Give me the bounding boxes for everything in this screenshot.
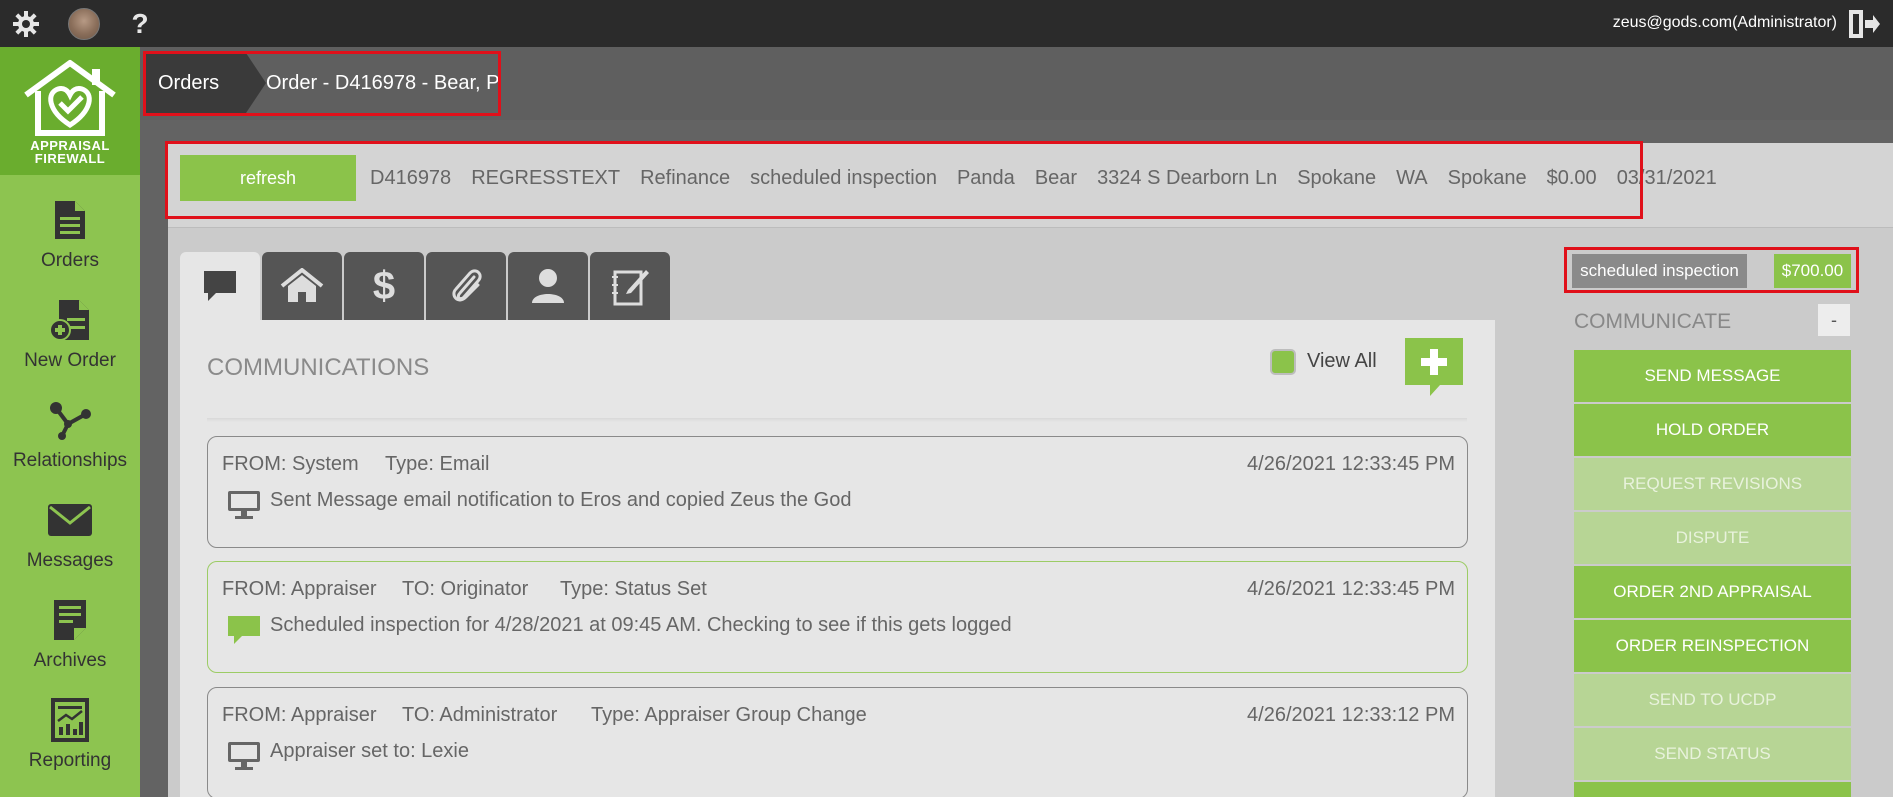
gear-icon[interactable]	[10, 8, 42, 40]
price-badge: $700.00	[1774, 254, 1851, 288]
send-status-button[interactable]: SEND STATUS	[1574, 728, 1851, 780]
monitor-icon	[226, 489, 262, 521]
dispute-button[interactable]: DISPUTE	[1574, 512, 1851, 564]
loan-purpose: Refinance	[640, 166, 731, 189]
borrower-first-name: Panda	[956, 166, 1015, 189]
sidebar-item-reporting[interactable]: Reporting	[0, 690, 140, 790]
order-2nd-appraisal-button[interactable]: ORDER 2ND APPRAISAL	[1574, 566, 1851, 618]
property-county: Spokane	[1447, 166, 1527, 189]
message-type: Type: Status Set	[560, 578, 707, 600]
borrower-last-name: Bear	[1034, 166, 1078, 189]
sidebar-item-label: New Order	[24, 350, 116, 371]
sidebar-item-label: Messages	[26, 550, 114, 571]
refresh-button[interactable]: refresh	[180, 155, 356, 201]
send-to-ucdp-button[interactable]: SEND TO UCDP	[1574, 674, 1851, 726]
top-bar: ? zeus@gods.com(Administrator)	[0, 0, 1893, 47]
request-revisions-button[interactable]: REQUEST REVISIONS	[1574, 458, 1851, 510]
next-action-button[interactable]	[1574, 782, 1851, 797]
property-city: Spokane	[1297, 166, 1377, 189]
communications-title: COMMUNICATIONS	[207, 354, 430, 381]
order-status: scheduled inspection	[750, 166, 937, 189]
add-message-button[interactable]	[1404, 337, 1464, 397]
home-icon	[280, 268, 324, 302]
breadcrumb-orders[interactable]: Orders	[146, 53, 246, 113]
breadcrumb-separator	[246, 53, 266, 113]
view-all-checkbox[interactable]	[1270, 349, 1296, 375]
message-item[interactable]: FROM: System Type: Email 4/26/2021 12:33…	[207, 436, 1468, 548]
order-date: 03/31/2021	[1616, 166, 1717, 189]
sidebar-item-label: Archives	[33, 650, 107, 671]
message-from: FROM: Appraiser	[222, 578, 377, 600]
chat-icon	[204, 271, 236, 301]
sidebar-item-label: Relationships	[12, 450, 128, 471]
tab-contacts[interactable]	[508, 252, 588, 320]
sidebar-item-label: Reporting	[28, 750, 112, 771]
user-email[interactable]: zeus@gods.com(Administrator)	[1613, 14, 1837, 32]
order-summary: D416978 REGRESSTEXT Refinance scheduled …	[370, 155, 1717, 201]
tab-communications[interactable]	[180, 252, 260, 320]
message-item[interactable]: FROM: Appraiser TO: Originator Type: Sta…	[207, 561, 1468, 673]
house-heart-logo-icon	[24, 60, 116, 136]
order-reinspection-button[interactable]: ORDER REINSPECTION	[1574, 620, 1851, 672]
status-badge: scheduled inspection	[1572, 254, 1747, 288]
report-icon	[46, 696, 94, 744]
paperclip-icon	[452, 269, 482, 302]
message-type: Type: Appraiser Group Change	[591, 704, 867, 726]
collapse-button[interactable]: -	[1818, 304, 1850, 336]
sidebar-item-label: Orders	[40, 250, 100, 271]
message-date: 4/26/2021 12:33:12 PM	[1247, 704, 1455, 726]
message-date: 4/26/2021 12:33:45 PM	[1247, 453, 1455, 475]
help-icon[interactable]: ?	[124, 8, 156, 40]
message-type: Type: Email	[385, 453, 490, 475]
tab-notes[interactable]	[590, 252, 670, 320]
message-to: TO: Administrator	[402, 704, 558, 726]
message-body: Scheduled inspection for 4/28/2021 at 09…	[270, 614, 1012, 636]
message-body: Sent Message email notification to Eros …	[270, 489, 852, 511]
property-state: WA	[1396, 166, 1428, 189]
avatar[interactable]	[68, 8, 100, 40]
message-from: FROM: System	[222, 453, 359, 475]
monitor-icon	[226, 740, 262, 772]
message-date: 4/26/2021 12:33:45 PM	[1247, 578, 1455, 600]
order-id: D416978	[370, 166, 452, 189]
logout-icon[interactable]	[1847, 8, 1881, 40]
logo-text: APPRAISAL FIREWALL	[30, 139, 110, 165]
dollar-icon: $	[372, 263, 396, 308]
app-logo[interactable]: APPRAISAL FIREWALL	[0, 47, 140, 175]
property-address: 3324 S Dearborn Ln	[1097, 166, 1278, 189]
document-icon	[46, 196, 94, 244]
client-name: REGRESSTEXT	[471, 166, 621, 189]
tab-fees[interactable]: $	[344, 252, 424, 320]
communicate-section-title: COMMUNICATE	[1574, 310, 1732, 333]
logo-line2: FIREWALL	[34, 151, 106, 166]
chat-icon	[226, 614, 262, 646]
sidebar-item-new-order[interactable]: New Order	[0, 290, 140, 390]
relationships-icon	[46, 396, 94, 444]
hold-order-button[interactable]: HOLD ORDER	[1574, 404, 1851, 456]
add-chat-icon	[1405, 338, 1463, 396]
sidebar-item-messages[interactable]: Messages	[0, 490, 140, 590]
breadcrumb-current: Order - D416978 - Bear, P	[266, 71, 500, 94]
notes-icon	[612, 270, 649, 306]
message-to: TO: Originator	[402, 578, 529, 600]
tab-attachments[interactable]	[426, 252, 506, 320]
message-item[interactable]: FROM: Appraiser TO: Administrator Type: …	[207, 687, 1468, 797]
sidebar-item-archives[interactable]: Archives	[0, 590, 140, 690]
sidebar-item-orders[interactable]: Orders	[0, 190, 140, 290]
send-message-button[interactable]: SEND MESSAGE	[1574, 350, 1851, 402]
message-from: FROM: Appraiser	[222, 704, 377, 726]
envelope-icon	[46, 496, 94, 544]
order-amount: $0.00	[1546, 166, 1597, 189]
person-icon	[532, 269, 564, 303]
sidebar-item-relationships[interactable]: Relationships	[0, 390, 140, 490]
view-all-label[interactable]: View All	[1307, 350, 1377, 373]
archive-icon	[46, 596, 94, 644]
new-order-icon	[46, 296, 94, 344]
message-body: Appraiser set to: Lexie	[270, 740, 469, 762]
divider	[207, 418, 1467, 422]
tab-property[interactable]	[262, 252, 342, 320]
sidebar: APPRAISAL FIREWALL Orders New Order Rela…	[0, 47, 140, 797]
